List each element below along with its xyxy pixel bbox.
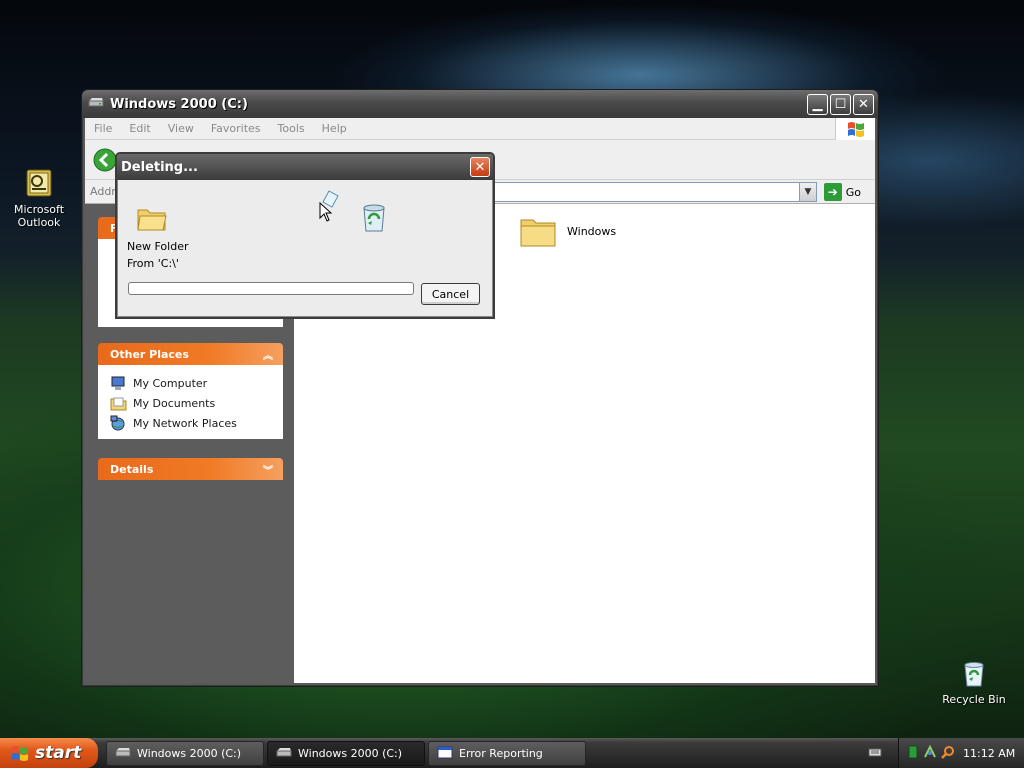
taskbar-item-label: Error Reporting	[459, 747, 543, 760]
recycle-bin-desktop-icon[interactable]: Recycle Bin	[939, 657, 1009, 706]
taskbar-item-label: Windows 2000 (C:)	[137, 747, 242, 760]
delete-progress-bar	[128, 282, 414, 295]
place-my-network-places[interactable]: My Network Places	[110, 413, 283, 433]
other-places-panel: Other Places ︽ My Computer My Documents …	[98, 343, 283, 439]
details-panel: Details ︾	[98, 458, 283, 480]
taskbar-item-explorer-1[interactable]: Windows 2000 (C:)	[106, 741, 264, 766]
windows-logo-icon	[12, 746, 28, 761]
go-button[interactable]: ➔ Go	[823, 183, 861, 201]
start-button[interactable]: start	[0, 738, 98, 768]
taskbar-item-error-reporting[interactable]: Error Reporting	[428, 741, 586, 766]
outlook-icon	[23, 167, 55, 199]
menu-tools[interactable]: Tools	[278, 122, 305, 135]
menu-view[interactable]: View	[168, 122, 194, 135]
address-dropdown-button[interactable]: ▼	[799, 183, 816, 201]
tray-status-icon[interactable]	[907, 745, 919, 762]
maximize-button[interactable]: ☐	[830, 94, 851, 115]
keyboard-icon[interactable]	[868, 746, 882, 760]
collapse-chevron-icon[interactable]: ︽	[261, 347, 275, 362]
system-tray: 11:12 AM	[898, 738, 1024, 768]
place-label: My Computer	[133, 376, 208, 390]
menu-edit[interactable]: Edit	[129, 122, 150, 135]
other-places-body: My Computer My Documents My Network Plac…	[98, 365, 283, 439]
details-header[interactable]: Details ︾	[98, 458, 283, 480]
other-places-title: Other Places	[110, 347, 189, 361]
explorer-titlebar[interactable]: Windows 2000 (C:)	[82, 90, 878, 118]
menu-bar: File Edit View Favorites Tools Help	[85, 118, 875, 140]
other-places-header[interactable]: Other Places ︽	[98, 343, 283, 365]
go-label: Go	[845, 185, 861, 199]
recycle-bin-icon	[958, 657, 990, 689]
window-title: Windows 2000 (C:)	[110, 96, 248, 112]
my-documents-icon	[110, 397, 127, 410]
outlook-label: Microsoft Outlook	[13, 203, 65, 229]
drive-icon	[88, 96, 104, 112]
menu-file[interactable]: File	[94, 122, 112, 135]
close-icon: ✕	[474, 159, 486, 175]
cancel-button[interactable]: Cancel	[421, 283, 480, 305]
place-my-documents[interactable]: My Documents	[110, 393, 283, 413]
place-label: My Documents	[133, 396, 216, 410]
recycle-bin-icon	[359, 201, 389, 236]
taskbar: start Windows 2000 (C:) Windows 2000 (C:…	[0, 738, 1024, 768]
deleting-item-name: New Folder	[127, 240, 189, 253]
recycle-bin-label: Recycle Bin	[942, 693, 1006, 706]
back-button[interactable]	[93, 148, 117, 175]
dialog-title: Deleting...	[121, 159, 198, 175]
dialog-close-button[interactable]: ✕	[470, 157, 490, 177]
folder-icon	[520, 219, 556, 247]
file-item-windows[interactable]: Windows	[519, 214, 616, 248]
close-button[interactable]: ✕	[853, 94, 874, 115]
place-my-computer[interactable]: My Computer	[110, 373, 283, 393]
my-computer-icon	[111, 376, 125, 390]
deleting-dialog: Deleting... ✕ New Folder From 'C:\' Canc…	[115, 152, 495, 319]
dialog-titlebar[interactable]: Deleting...	[117, 154, 493, 180]
tray-search-icon[interactable]	[941, 745, 955, 762]
chevron-down-icon: ▼	[804, 187, 812, 197]
start-label: start	[35, 743, 82, 763]
go-arrow-icon: ➔	[823, 183, 842, 201]
menu-favorites[interactable]: Favorites	[211, 122, 261, 135]
clock[interactable]: 11:12 AM	[963, 747, 1015, 760]
place-label: My Network Places	[133, 416, 237, 430]
window-icon	[437, 746, 453, 762]
back-arrow-icon	[93, 148, 117, 172]
drive-icon	[276, 746, 292, 761]
drive-icon	[115, 746, 131, 761]
deleting-from-text: From 'C:\'	[127, 257, 179, 270]
maximize-icon: ☐	[834, 97, 847, 112]
details-title: Details	[110, 462, 154, 476]
my-network-places-icon	[110, 415, 125, 430]
menu-help[interactable]: Help	[322, 122, 347, 135]
file-label: Windows	[567, 224, 617, 238]
taskbar-item-explorer-2[interactable]: Windows 2000 (C:)	[267, 741, 425, 766]
expand-chevron-icon[interactable]: ︾	[261, 462, 275, 477]
cursor-icon	[319, 201, 333, 225]
minimize-button[interactable]: ▁	[807, 94, 828, 115]
minimize-icon: ▁	[812, 97, 823, 112]
close-icon: ✕	[858, 97, 869, 112]
source-folder-icon	[137, 206, 167, 235]
windows-flag-icon	[835, 118, 875, 140]
outlook-desktop-icon[interactable]: Microsoft Outlook	[4, 167, 74, 229]
tray-network-icon[interactable]	[923, 744, 937, 762]
taskbar-item-label: Windows 2000 (C:)	[298, 747, 403, 760]
